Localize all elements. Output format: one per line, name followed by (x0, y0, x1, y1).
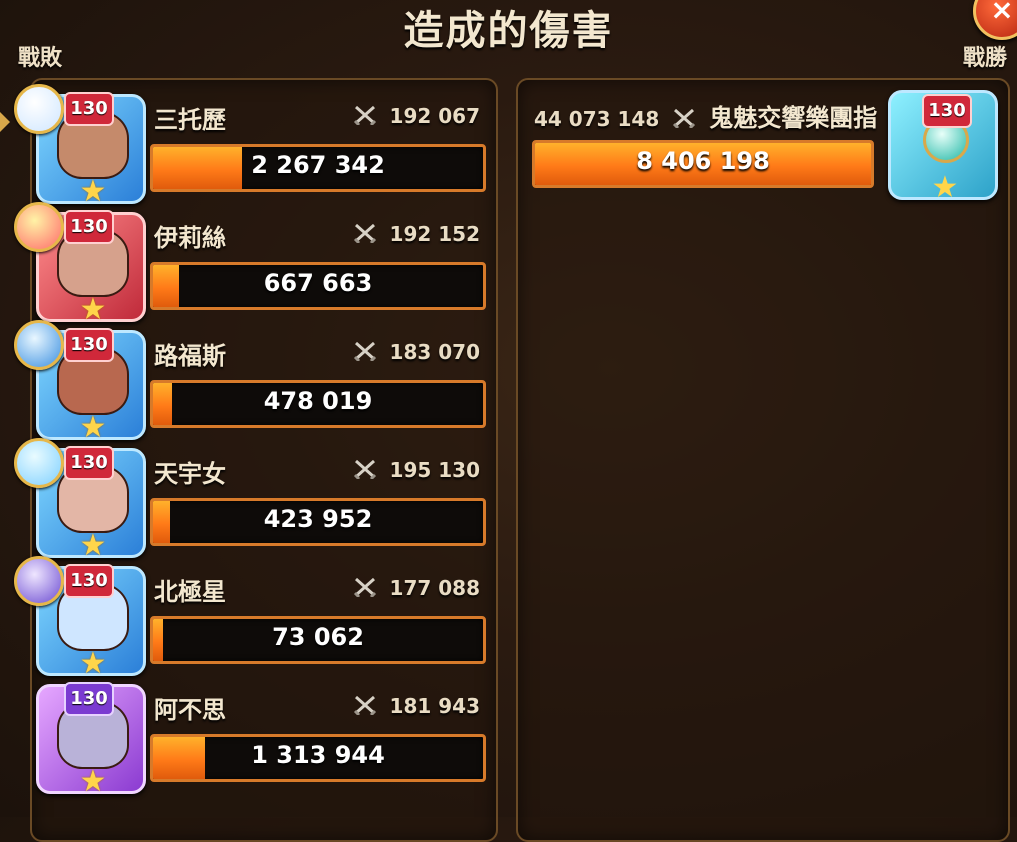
damage-value: 8 406 198 (636, 147, 770, 175)
hero-power-value: 177 088 (389, 576, 480, 600)
hero-level: 130 (64, 564, 114, 598)
damage-value: 2 267 342 (251, 151, 385, 179)
damage-bar: 2 267 342 (150, 144, 486, 192)
right-team-panel: 44 073 148 鬼魅交響樂團指 8 406 198 ★ 130 (516, 78, 1010, 842)
hero-name: 路福斯 (154, 342, 226, 370)
hero-level: 130 (64, 682, 114, 716)
hero-power-value: 192 067 (389, 104, 480, 128)
pet-badge-icon (14, 320, 64, 370)
boss-level: 130 (922, 94, 972, 128)
damage-bar: 667 663 (150, 262, 486, 310)
hero-power: 192 152 (353, 222, 480, 246)
damage-value: 667 663 (263, 269, 373, 297)
hero-name: 伊莉絲 (154, 224, 226, 252)
hero-power-value: 181 943 (389, 694, 480, 718)
star-icon: ★ (79, 528, 107, 563)
hero-name: 天宇女 (154, 460, 226, 488)
hero-row[interactable]: ★ 130 天宇女 195 130 423 952 (14, 438, 490, 563)
hero-power-value: 183 070 (389, 340, 480, 364)
crossed-swords-icon (673, 108, 696, 128)
boss-row[interactable]: 44 073 148 鬼魅交響樂團指 8 406 198 ★ 130 (518, 80, 1008, 210)
hero-level: 130 (64, 328, 114, 362)
damage-title: 造成的傷害 (403, 8, 614, 54)
damage-bar: 478 019 (150, 380, 486, 428)
hero-row[interactable]: ★ 130 阿不思 181 943 1 313 944 (20, 676, 490, 799)
damage-value: 1 313 944 (251, 741, 385, 769)
pet-badge-icon (14, 556, 64, 606)
hero-name: 北極星 (154, 578, 226, 606)
crossed-swords-icon (353, 341, 376, 361)
victory-label: 戰勝 (962, 46, 1007, 71)
hero-power: 183 070 (353, 340, 480, 364)
hero-row[interactable]: ★ 130 路福斯 183 070 478 019 (14, 320, 490, 445)
damage-value: 73 062 (272, 623, 364, 651)
hero-power: 181 943 (353, 694, 480, 718)
hero-row[interactable]: ★ 130 伊莉絲 192 152 667 663 (14, 202, 490, 327)
hero-name: 三托歷 (154, 106, 226, 134)
star-icon: ★ (79, 174, 107, 209)
hero-power-value: 195 130 (389, 458, 480, 482)
damage-bar: 1 313 944 (150, 734, 486, 782)
crossed-swords-icon (353, 695, 376, 715)
boss-damage-bar: 8 406 198 (532, 140, 874, 188)
hero-power-value: 192 152 (389, 222, 480, 246)
crossed-swords-icon (353, 105, 376, 125)
damage-value: 423 952 (263, 505, 373, 533)
hero-level: 130 (64, 210, 114, 244)
damage-bar: 423 952 (150, 498, 486, 546)
crossed-swords-icon (353, 577, 376, 597)
pet-badge-icon (14, 202, 64, 252)
hero-power: 177 088 (353, 576, 480, 600)
hero-row[interactable]: ★ 130 三托歷 192 067 2 267 342 (14, 84, 490, 209)
boss-header: 44 073 148 鬼魅交響樂團指 (534, 98, 890, 133)
damage-bar: 73 062 (150, 616, 486, 664)
damage-value: 478 019 (263, 387, 373, 415)
hero-row[interactable]: ★ 130 北極星 177 088 73 062 (14, 556, 490, 681)
star-icon: ★ (79, 410, 107, 445)
hero-level: 130 (64, 92, 114, 126)
close-icon: × (990, 0, 1014, 26)
pet-badge-icon (14, 84, 64, 134)
star-icon: ★ (79, 646, 107, 681)
star-icon: ★ (79, 764, 107, 799)
hero-name: 阿不思 (154, 696, 226, 724)
hero-level: 130 (64, 446, 114, 480)
pet-badge-icon (14, 438, 64, 488)
hero-power: 192 067 (353, 104, 480, 128)
crossed-swords-icon (353, 223, 376, 243)
crossed-swords-icon (353, 459, 376, 479)
star-icon: ★ (931, 170, 959, 205)
defeat-label: 戰敗 (18, 46, 63, 71)
selected-hero-arrow (0, 112, 10, 132)
hero-power: 195 130 (353, 458, 480, 482)
star-icon: ★ (79, 292, 107, 327)
left-team-panel: ★ 130 三托歷 192 067 2 267 342 ★ 130 伊莉絲 19… (14, 78, 498, 842)
team-power: 44 073 148 (534, 107, 660, 131)
boss-name: 鬼魅交響樂團指 (709, 104, 878, 132)
